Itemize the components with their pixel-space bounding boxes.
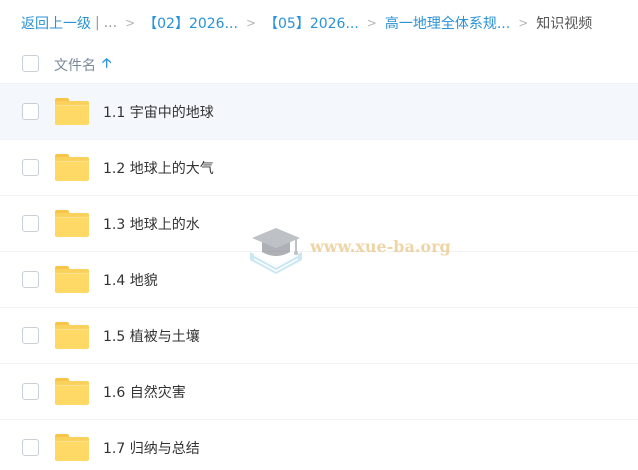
file-browser: 返回上一级 | ... > 【02】2026... > 【05】2026... …	[0, 0, 638, 470]
folder-icon	[55, 154, 89, 181]
file-list: 1.1 宇宙中的地球 1.2 地球上的大气 1.3 地球上的水 1.4 地貌 1…	[0, 84, 638, 470]
select-all-checkbox[interactable]	[22, 55, 39, 72]
breadcrumb-current: 知识视频	[536, 16, 593, 32]
breadcrumb-item-3[interactable]: 高一地理全体系规...	[385, 13, 510, 33]
back-link[interactable]: 返回上一级	[21, 13, 91, 33]
column-filename[interactable]: 文件名 🡡	[54, 54, 111, 76]
row-checkbox[interactable]	[22, 103, 39, 120]
breadcrumb-separator: >	[518, 16, 529, 30]
list-item[interactable]: 1.3 地球上的水	[0, 196, 638, 252]
file-name[interactable]: 1.5 植被与土壤	[103, 326, 200, 346]
folder-icon	[55, 434, 89, 461]
file-name[interactable]: 1.3 地球上的水	[103, 214, 200, 234]
file-name[interactable]: 1.1 宇宙中的地球	[103, 102, 214, 122]
list-item[interactable]: 1.1 宇宙中的地球	[0, 84, 638, 140]
arrow-up-icon[interactable]: 🡡	[102, 54, 111, 76]
list-item[interactable]: 1.2 地球上的大气	[0, 140, 638, 196]
folder-icon	[55, 322, 89, 349]
row-checkbox[interactable]	[22, 215, 39, 232]
breadcrumb-item-2[interactable]: 【05】2026...	[264, 13, 359, 33]
file-name[interactable]: 1.6 自然灾害	[103, 382, 186, 402]
list-item[interactable]: 1.5 植被与土壤	[0, 308, 638, 364]
row-checkbox[interactable]	[22, 327, 39, 344]
folder-icon	[55, 378, 89, 405]
breadcrumb-item-1[interactable]: 【02】2026...	[143, 13, 238, 33]
row-checkbox[interactable]	[22, 159, 39, 176]
row-checkbox[interactable]	[22, 439, 39, 456]
folder-icon	[55, 98, 89, 125]
row-checkbox[interactable]	[22, 383, 39, 400]
breadcrumb-separator: >	[125, 16, 136, 30]
breadcrumb-separator: >	[245, 16, 256, 30]
breadcrumb-separator: >	[366, 16, 377, 30]
file-name[interactable]: 1.7 归纳与总结	[103, 438, 200, 458]
folder-icon	[55, 210, 89, 237]
list-item[interactable]: 1.6 自然灾害	[0, 364, 638, 420]
breadcrumb-divider: |	[95, 15, 100, 31]
file-name[interactable]: 1.4 地貌	[103, 270, 158, 290]
row-checkbox[interactable]	[22, 271, 39, 288]
breadcrumb: 返回上一级 | ... > 【02】2026... > 【05】2026... …	[21, 12, 592, 34]
list-item[interactable]: 1.4 地貌	[0, 252, 638, 308]
list-header: 文件名 🡡	[0, 44, 638, 84]
folder-icon	[55, 266, 89, 293]
file-name[interactable]: 1.2 地球上的大气	[103, 158, 214, 178]
breadcrumb-ellipsis[interactable]: ...	[104, 15, 117, 31]
column-filename-label: 文件名	[54, 58, 96, 74]
list-item[interactable]: 1.7 归纳与总结	[0, 420, 638, 470]
